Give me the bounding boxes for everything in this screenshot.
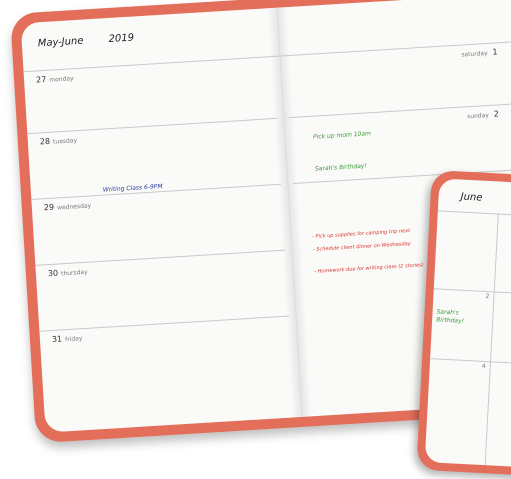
month-range-text: May-June bbox=[37, 35, 84, 50]
todo-item: - Schedule client dinner on Wednesday bbox=[312, 240, 411, 253]
planner-scene: May-June 2019 27 monday 28 tuesday 29 wedne… bbox=[0, 0, 511, 479]
calendar-grid-line bbox=[430, 358, 511, 369]
birthday-note: Sarah's Birthday! bbox=[314, 162, 368, 173]
pickup-mom-note: Pick up mom 10am bbox=[312, 130, 372, 141]
month-title: May-June 2019 bbox=[38, 32, 135, 49]
calendar-cell-number: 2 bbox=[485, 292, 490, 301]
day-label-sunday: sunday 2 bbox=[466, 109, 500, 121]
day-label-31: 31 friday bbox=[51, 334, 83, 345]
monthly-birthday-note: Sarah's Birthday! bbox=[435, 308, 465, 325]
row-divider bbox=[39, 315, 289, 332]
calendar-cell-number: 4 bbox=[481, 362, 486, 371]
day-label-30: 30 thursday bbox=[47, 268, 88, 279]
todo-item: - Homework due for writing class (2 stor… bbox=[314, 262, 424, 275]
day-label-29: 29 wednesday bbox=[43, 202, 92, 213]
year-text: 2019 bbox=[108, 32, 135, 46]
row-divider bbox=[35, 249, 285, 266]
monthly-header-rule bbox=[437, 210, 511, 221]
monthly-planner-page: June 2 4 Sarah's Birthday! bbox=[424, 178, 511, 471]
day-label-27: 27 monday bbox=[35, 74, 74, 85]
monthly-title: June bbox=[460, 191, 483, 204]
day-label-saturday: saturday 1 bbox=[461, 47, 498, 59]
monthly-planner: June 2 4 Sarah's Birthday! bbox=[416, 170, 511, 479]
todo-item: - Pick up supplies for camping trip next bbox=[311, 227, 411, 240]
row-divider bbox=[27, 117, 277, 135]
day-label-28: 28 tuesday bbox=[39, 136, 78, 147]
planner-spine bbox=[267, 7, 313, 418]
calendar-grid-line bbox=[483, 213, 499, 471]
calendar-grid-line bbox=[433, 288, 511, 299]
